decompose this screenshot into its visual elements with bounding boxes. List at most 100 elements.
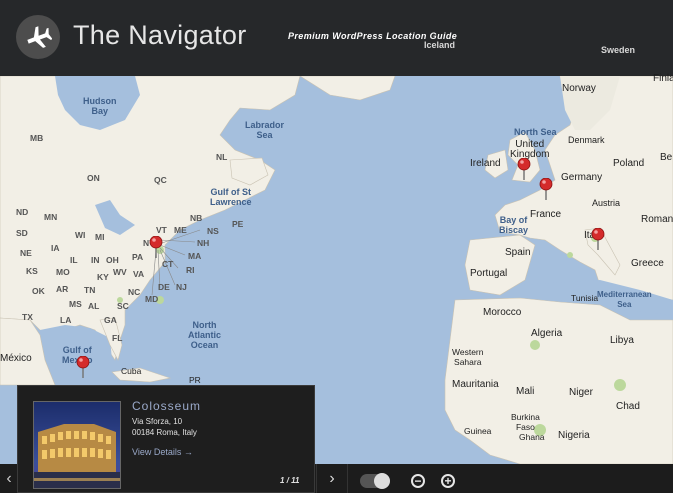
label-state: IL (70, 255, 78, 265)
label-morocco: Morocco (483, 307, 522, 318)
logo[interactable] (16, 15, 60, 59)
label-uk: United Kingdom (510, 139, 550, 160)
label-hudson-bay: Hudson Bay (83, 96, 117, 116)
label-nigeria: Nigeria (558, 430, 590, 441)
label-state: IN (91, 255, 100, 265)
label-belarus: Be (660, 152, 673, 163)
location-infobox: Colosseum Via Sforza, 10 00184 Roma, Ita… (17, 385, 315, 493)
label-state: TN (84, 285, 96, 295)
label-mexico: México (0, 353, 32, 364)
next-location-button[interactable]: › (316, 464, 348, 493)
label-germany: Germany (561, 172, 603, 183)
label-state: MB (30, 133, 44, 143)
prev-location-button[interactable]: ‹ (0, 464, 18, 493)
label-state: MN (44, 212, 58, 222)
label-state: MO (56, 267, 70, 277)
label-mali: Mali (516, 386, 535, 397)
label-ireland: Ireland (470, 158, 501, 169)
label-state: WV (113, 267, 127, 277)
label-state: KS (26, 266, 38, 276)
label-iceland: Iceland (424, 40, 456, 50)
colosseum-image (34, 402, 120, 488)
map-pin-london[interactable] (517, 158, 531, 180)
label-western-sahara: Western Sahara (452, 347, 484, 367)
label-state: SD (16, 228, 28, 238)
label-state: SC (117, 301, 129, 311)
view-details-link[interactable]: View Details → (132, 447, 193, 457)
label-romania: Roman (641, 214, 673, 225)
label-state: DE (158, 282, 170, 292)
site-title[interactable]: The Navigator (73, 20, 246, 51)
label-spain: Spain (505, 247, 531, 258)
label-pr: PR (189, 375, 201, 385)
label-sweden: Sweden (601, 45, 636, 55)
label-state: ME (174, 225, 187, 235)
site-header: The Navigator Premium WordPress Location… (0, 0, 673, 76)
location-title[interactable]: Colosseum (132, 399, 201, 413)
label-libya: Libya (610, 335, 634, 346)
label-north-sea: North Sea (514, 127, 557, 137)
label-state: GA (104, 315, 117, 325)
label-france: France (530, 209, 562, 220)
zoom-out-button[interactable]: − (411, 474, 425, 488)
label-guinea: Guinea (464, 426, 492, 436)
label-state: ND (16, 207, 29, 217)
label-austria: Austria (592, 198, 621, 208)
label-ghana: Ghana (519, 432, 545, 442)
label-state: NL (216, 152, 228, 162)
label-denmark: Denmark (568, 135, 605, 145)
label-state: KY (97, 272, 109, 282)
label-state: NB (190, 213, 203, 223)
label-labrador-sea: Labrador Sea (245, 120, 285, 140)
label-state: MD (145, 294, 159, 304)
address-line-1: Via Sforza, 10 (132, 417, 183, 426)
label-state: VA (133, 269, 145, 279)
label-niger: Niger (569, 387, 593, 398)
label-mauritania: Mauritania (452, 379, 499, 390)
label-state: NE (20, 248, 32, 258)
label-state: OH (106, 255, 119, 265)
label-portugal: Portugal (470, 268, 508, 279)
map-style-toggle[interactable] (360, 473, 390, 489)
label-state: IA (51, 243, 60, 253)
toggle-knob (374, 473, 390, 489)
label-state: QC (154, 175, 167, 185)
label-burkina: Burkina Faso (511, 412, 540, 432)
label-state: VT (156, 225, 167, 235)
label-state: MS (69, 299, 82, 309)
label-state: PE (232, 219, 244, 229)
label-state: TX (22, 312, 33, 322)
map-pin-mexico[interactable] (76, 356, 90, 378)
label-tunisia: Tunisia (571, 293, 599, 303)
map-pin-new-york[interactable] (149, 236, 163, 258)
address-line-2: 00184 Roma, Italy (132, 428, 197, 437)
label-poland: Poland (613, 158, 645, 169)
label-state: AR (56, 284, 69, 294)
label-state: ON (87, 173, 100, 183)
label-bay-of-biscay: Bay of Biscay (499, 215, 529, 235)
label-state: OK (32, 286, 45, 296)
pagination-counter: 1 / 11 (280, 476, 300, 485)
map-pin-paris[interactable] (539, 178, 553, 200)
label-greece: Greece (631, 258, 664, 269)
label-mediterranean: Mediterranean Sea (597, 290, 652, 309)
location-address: Via Sforza, 10 00184 Roma, Italy (132, 416, 197, 438)
label-state: RI (186, 265, 195, 275)
label-algeria: Algeria (531, 328, 563, 339)
label-state: LA (60, 315, 72, 325)
label-state: PA (132, 252, 144, 262)
map-pin-rome[interactable] (591, 228, 605, 250)
label-state: MI (95, 232, 105, 242)
airplane-icon (27, 26, 52, 48)
label-cuba: Cuba (121, 366, 142, 376)
label-state: WI (75, 230, 86, 240)
label-norway: Norway (562, 83, 596, 94)
label-state: NC (128, 287, 141, 297)
label-state: NH (197, 238, 210, 248)
label-state: MA (188, 251, 202, 261)
label-state: NS (207, 226, 219, 236)
location-thumbnail[interactable] (33, 401, 121, 489)
zoom-in-button[interactable]: + (441, 474, 455, 488)
label-state: FL (112, 333, 123, 343)
label-gulf-st-lawrence: Gulf of St Lawrence (210, 187, 252, 207)
